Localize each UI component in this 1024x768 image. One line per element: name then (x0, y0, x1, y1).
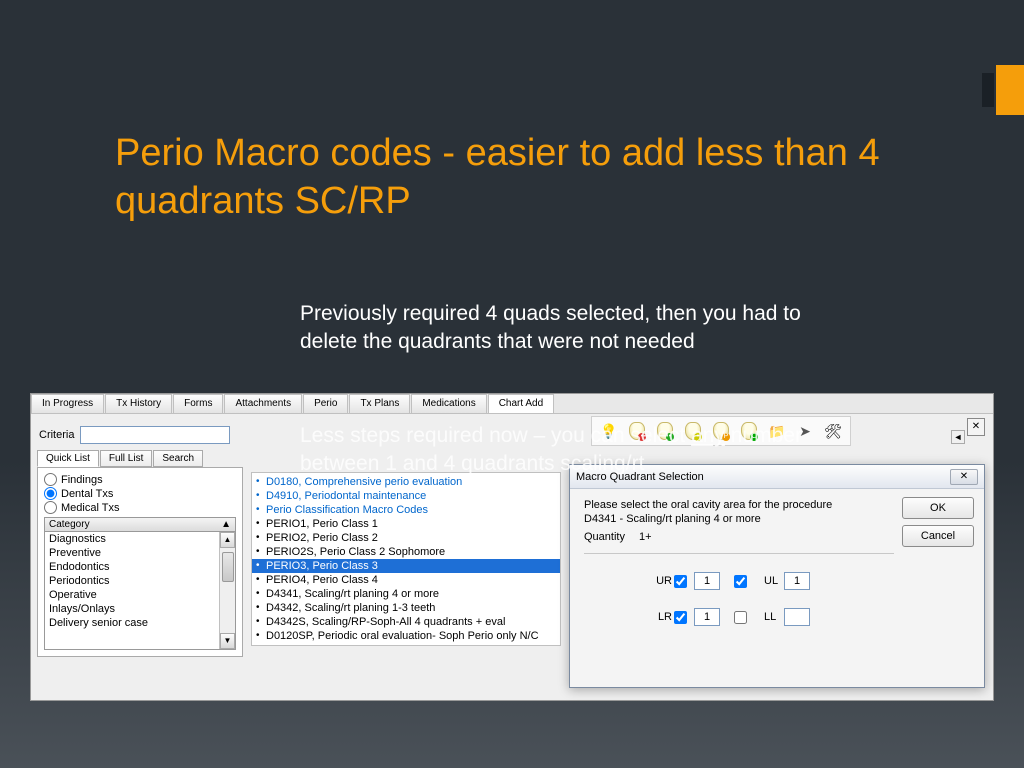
code-list: D0180, Comprehensive perio evaluation D4… (251, 472, 561, 646)
list-item-selected[interactable]: PERIO3, Perio Class 3 (252, 559, 560, 573)
scroll-up-icon[interactable]: ▲ (220, 532, 235, 548)
quantity-value: 1+ (639, 531, 652, 543)
tab-perio[interactable]: Perio (303, 394, 348, 413)
list-item[interactable]: Delivery senior case (45, 616, 235, 630)
list-item[interactable]: Inlays/Onlays (45, 602, 235, 616)
scroll-thumb[interactable] (222, 552, 234, 582)
subtab-search[interactable]: Search (153, 450, 203, 467)
ll-checkbox[interactable] (734, 611, 747, 624)
subtab-full-list[interactable]: Full List (100, 450, 152, 467)
list-item[interactable]: D4342S, Scaling/RP-Soph-All 4 quadrants … (252, 615, 560, 629)
ur-label: UR (644, 575, 674, 587)
radio-findings[interactable]: Findings (44, 473, 236, 486)
left-panel: Quick List Full List Search Findings Den… (37, 450, 243, 657)
ul-value[interactable]: 1 (784, 572, 810, 590)
tab-attachments[interactable]: Attachments (224, 394, 302, 413)
main-tab-strip: In Progress Tx History Forms Attachments… (31, 394, 993, 414)
slide-body-2: Less steps required now – you can select… (300, 422, 860, 479)
category-header-label: Category (49, 519, 90, 530)
quadrant-grid: UR 1 UL 1 LR 1 LL (644, 572, 864, 626)
lr-value[interactable]: 1 (694, 608, 720, 626)
radio-dental-label: Dental Txs (61, 488, 113, 500)
list-item[interactable]: D4342, Scaling/rt planing 1-3 teeth (252, 601, 560, 615)
criteria-row: Criteria (39, 426, 230, 444)
quantity-label: Quantity (584, 531, 625, 543)
criteria-input[interactable] (80, 426, 230, 444)
tab-tx-history[interactable]: Tx History (105, 394, 172, 413)
macro-quadrant-dialog: Macro Quadrant Selection ✕ OK Cancel Ple… (569, 464, 985, 688)
scroll-left-icon[interactable]: ◄ (951, 430, 965, 444)
body2-pre: Less steps required now – you can select (300, 424, 691, 447)
body2-underline: any (691, 424, 725, 447)
ok-button[interactable]: OK (902, 497, 974, 519)
radio-findings-label: Findings (61, 474, 103, 486)
divider (584, 553, 894, 554)
scroll-down-icon[interactable]: ▼ (220, 633, 235, 649)
list-item[interactable]: PERIO2S, Perio Class 2 Sophomore (252, 545, 560, 559)
lr-label: LR (644, 611, 674, 623)
list-item[interactable]: PERIO1, Perio Class 1 (252, 517, 560, 531)
lr-checkbox[interactable] (674, 611, 687, 624)
list-item[interactable]: D4910, Periodontal maintenance (252, 489, 560, 503)
tab-tx-plans[interactable]: Tx Plans (349, 394, 410, 413)
list-item[interactable]: Diagnostics (45, 532, 235, 546)
slide-body-1: Previously required 4 quads selected, th… (300, 300, 860, 357)
subtab-quick-list[interactable]: Quick List (37, 450, 99, 467)
tab-in-progress[interactable]: In Progress (31, 394, 104, 413)
ul-checkbox[interactable] (734, 575, 747, 588)
ur-checkbox[interactable] (674, 575, 687, 588)
ll-label: LL (764, 611, 784, 623)
tab-chart-add[interactable]: Chart Add (488, 394, 554, 413)
category-header[interactable]: Category ▲ (44, 517, 236, 532)
list-item[interactable]: Periodontics (45, 574, 235, 588)
list-item[interactable]: PERIO2, Perio Class 2 (252, 531, 560, 545)
list-item[interactable]: Preventive (45, 546, 235, 560)
close-icon[interactable]: ✕ (967, 418, 985, 436)
list-item[interactable]: Endodontics (45, 560, 235, 574)
list-item[interactable]: Perio Classification Macro Codes (252, 503, 560, 517)
radio-medical-label: Medical Txs (61, 502, 119, 514)
list-item[interactable]: D0120SP, Periodic oral evaluation- Soph … (252, 629, 560, 643)
criteria-label: Criteria (39, 429, 74, 441)
sort-icon: ▲ (221, 519, 231, 530)
ur-value[interactable]: 1 (694, 572, 720, 590)
ll-value[interactable] (784, 608, 810, 626)
category-list: Diagnostics Preventive Endodontics Perio… (44, 532, 236, 650)
tab-medications[interactable]: Medications (411, 394, 486, 413)
scrollbar[interactable]: ▲ ▼ (219, 532, 235, 649)
tab-forms[interactable]: Forms (173, 394, 223, 413)
radio-dental-txs[interactable]: Dental Txs (44, 487, 236, 500)
list-item[interactable]: D4341, Scaling/rt planing 4 or more (252, 587, 560, 601)
dialog-close-icon[interactable]: ✕ (950, 469, 978, 485)
slide-accent (996, 65, 1024, 115)
cancel-button[interactable]: Cancel (902, 525, 974, 547)
list-item[interactable]: Operative (45, 588, 235, 602)
slide-title: Perio Macro codes - easier to add less t… (115, 130, 915, 225)
radio-medical-txs[interactable]: Medical Txs (44, 501, 236, 514)
list-item[interactable]: PERIO4, Perio Class 4 (252, 573, 560, 587)
ul-label: UL (764, 575, 784, 587)
